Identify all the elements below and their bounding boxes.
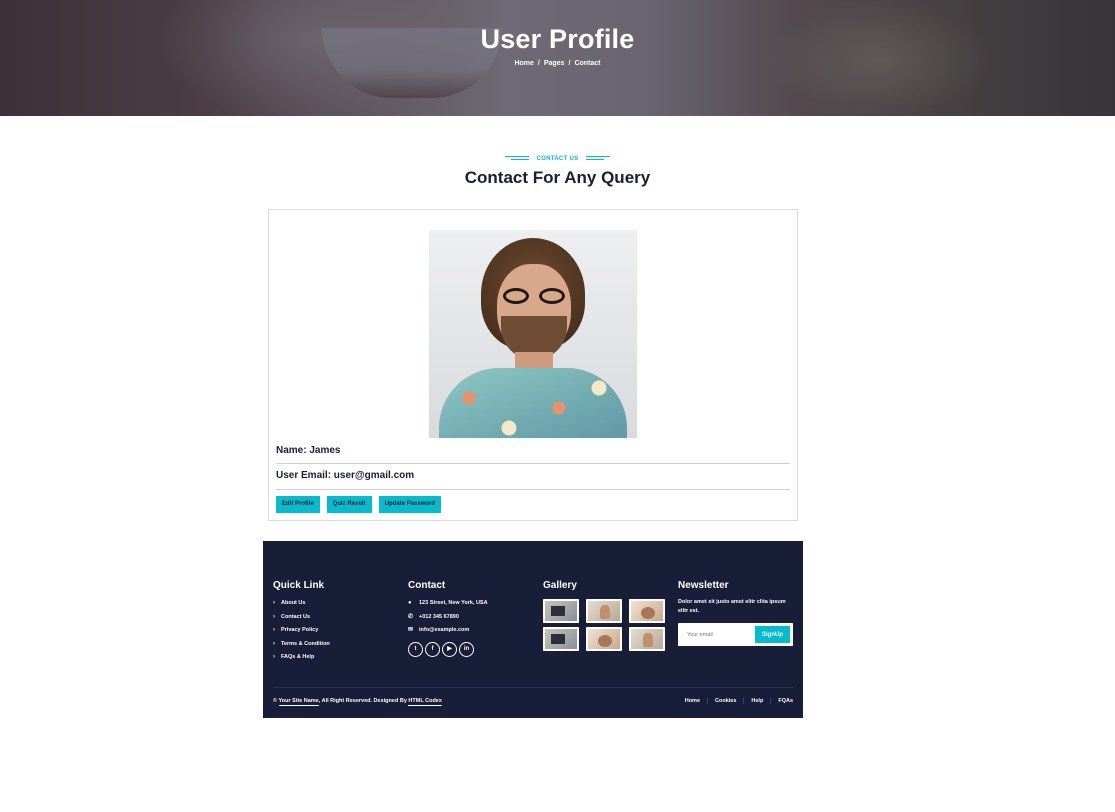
chevron-right-icon: ›: [273, 627, 275, 633]
page-header: User Profile Home / Pages / Contact: [0, 0, 1115, 116]
signup-button[interactable]: SignUp: [755, 626, 790, 643]
hero-overlay: [0, 0, 1115, 116]
social-links: t f ▶ in: [408, 641, 488, 657]
footer-link-faqs[interactable]: › FAQs & Help: [273, 653, 330, 667]
footer-heading: Contact: [408, 580, 446, 591]
profile-photo: [429, 230, 637, 438]
profile-actions: Edit Profile Quiz Result Update Password: [276, 496, 442, 513]
update-password-button[interactable]: Update Password: [378, 496, 442, 513]
gallery-grid: [543, 599, 665, 651]
gallery-thumbnail[interactable]: [629, 599, 665, 623]
twitter-icon[interactable]: t: [408, 641, 423, 657]
footer-quick-links: Quick Link › About Us › Contact Us › Privac…: [273, 580, 330, 667]
profile-email: User Email: user@gmail.com: [276, 470, 415, 481]
footer-heading: Gallery: [543, 580, 577, 591]
footer-heading: Newsletter: [678, 580, 729, 591]
footer-link-about-us[interactable]: › About Us: [273, 599, 330, 613]
map-marker-icon: ●: [408, 600, 412, 606]
phone-icon: ✆: [408, 613, 414, 620]
footer-menu-home[interactable]: Home: [678, 698, 707, 704]
quiz-result-button[interactable]: Quiz Result: [326, 496, 372, 513]
footer-newsletter: Newsletter Dolor amet sit justo amet eli…: [678, 580, 793, 646]
footer-link-terms[interactable]: › Terms & Condition: [273, 640, 330, 654]
contact-address: ● 123 Street, New York, USA: [408, 600, 488, 606]
divider: [276, 463, 790, 464]
gallery-thumbnail[interactable]: [586, 599, 622, 623]
footer-menu-cookies[interactable]: Cookies: [707, 698, 743, 704]
contact-email: ✉ info@example.com: [408, 627, 470, 633]
decorative-lines: [586, 155, 611, 161]
edit-profile-button[interactable]: Edit Profile: [276, 496, 320, 513]
breadcrumb-home[interactable]: Home: [514, 60, 533, 67]
footer-menu-help[interactable]: Help: [743, 698, 770, 704]
gallery-thumbnail[interactable]: [629, 627, 665, 651]
gallery-thumbnail[interactable]: [543, 599, 579, 623]
footer-menu: Home Cookies Help FQAs: [678, 698, 793, 704]
profile-card: Name: James User Email: user@gmail.com E…: [268, 209, 798, 521]
youtube-icon[interactable]: ▶: [442, 641, 457, 657]
footer-link-privacy-policy[interactable]: › Privacy Policy: [273, 626, 330, 640]
decorative-lines: [504, 155, 529, 161]
contact-phone: ✆ +012 345 67890: [408, 613, 459, 620]
chevron-right-icon: ›: [273, 600, 275, 606]
divider: [276, 489, 790, 490]
profile-name: Name: James: [276, 445, 341, 456]
designer-link[interactable]: HTML Codex: [408, 698, 442, 706]
section-title: Contact For Any Query: [464, 168, 651, 187]
page-title: User Profile: [480, 24, 635, 54]
footer-divider: [273, 687, 793, 688]
footer-link-contact-us[interactable]: › Contact Us: [273, 613, 330, 627]
breadcrumb: Home / Pages / Contact: [514, 60, 601, 67]
envelope-icon: ✉: [408, 627, 414, 633]
facebook-icon[interactable]: f: [425, 641, 440, 657]
chevron-right-icon: ›: [273, 640, 275, 647]
gallery-thumbnail[interactable]: [586, 627, 622, 651]
gallery-thumbnail[interactable]: [543, 627, 579, 651]
chevron-right-icon: ›: [273, 613, 275, 620]
footer-contact: Contact ● 123 Street, New York, USA ✆ +012…: [408, 580, 488, 657]
chevron-right-icon: ›: [273, 654, 275, 660]
linkedin-icon[interactable]: in: [459, 641, 474, 657]
site-name-link[interactable]: Your Site Name: [278, 698, 319, 706]
footer-menu-faqs[interactable]: FQAs: [770, 698, 793, 704]
newsletter-text: Dolor amet sit justo amet elitr clita ip…: [678, 599, 786, 614]
breadcrumb-contact: Contact: [574, 60, 601, 67]
newsletter-email-input[interactable]: [682, 626, 752, 643]
newsletter-form: SignUp: [678, 623, 793, 646]
footer-heading: Quick Link: [273, 580, 325, 591]
copyright: © Your Site Name, All Right Reserved. De…: [273, 698, 442, 706]
footer-gallery: Gallery: [543, 580, 665, 651]
section-subtitle: CONTACT US: [0, 155, 1115, 162]
breadcrumb-pages[interactable]: Pages: [544, 60, 565, 67]
footer: Quick Link › About Us › Contact Us › Privac…: [263, 541, 803, 718]
